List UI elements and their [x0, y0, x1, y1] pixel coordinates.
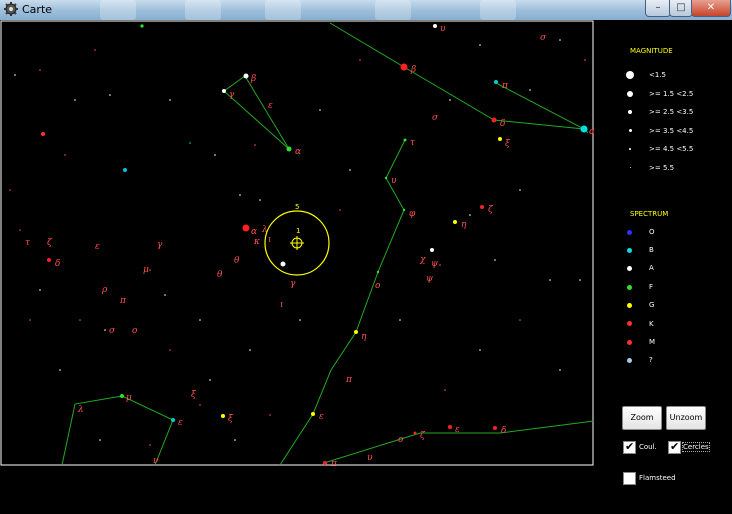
star-label: β [250, 74, 256, 84]
star-label: α [295, 147, 301, 157]
reticle-outer-label: 5 [295, 203, 299, 211]
magnitude-dot-2 [627, 91, 633, 97]
spectrum-label: A [649, 264, 654, 272]
spectrum-label: B [649, 246, 654, 254]
star-label: κ [253, 237, 260, 247]
magnitude-dot-1 [626, 71, 634, 79]
star-label: δ [500, 119, 505, 129]
star-map[interactable]: υ σ β π σ δ α ξ β γ ε α τ υ φ η ζ λ α κ … [0, 20, 594, 466]
star-label: ε [319, 412, 324, 422]
star-label: υ [391, 176, 397, 186]
spectrum-dot-b [627, 248, 632, 253]
star-label: μ [126, 393, 132, 403]
star-label: υ [367, 453, 373, 463]
star-label: ε [268, 101, 273, 111]
star-label: ε [95, 242, 100, 252]
window-title: Carte [22, 3, 53, 16]
star-label: γ [157, 240, 163, 250]
star-label: ν [153, 456, 159, 466]
spectrum-label: K [649, 320, 654, 328]
reticle-inner-label: 1 [296, 227, 300, 235]
star-label: ε [178, 418, 183, 428]
magnitude-label: >= 5.5 [649, 164, 675, 172]
magnitude-label: >= 1.5 <2.5 [649, 90, 694, 98]
magnitude-label: >= 3.5 <4.5 [649, 127, 694, 135]
zoom-button[interactable]: Zoom [622, 406, 662, 430]
star-label: γ [229, 90, 235, 100]
magnitude-dot-6 [630, 167, 631, 168]
star-label: ο [375, 281, 381, 291]
checkmark-icon: ✔ [625, 440, 635, 453]
minimize-button[interactable]: – [645, 0, 671, 17]
star-label: β [410, 65, 416, 75]
spectrum-dot-a [627, 266, 632, 271]
title-bar: Carte – □ ✕ [0, 0, 732, 20]
star-label: ι [280, 300, 284, 310]
magnitude-label: >= 4.5 <5.5 [649, 145, 694, 153]
spectrum-dot-m [627, 340, 632, 345]
star-label: σ [109, 326, 116, 336]
magnitude-dot-4 [629, 129, 632, 132]
star-label: η [361, 332, 367, 342]
magnitude-dot-5 [629, 148, 631, 150]
unzoom-button[interactable]: Unzoom [666, 406, 706, 430]
cercles-label: Cercles [682, 442, 710, 452]
coul-checkbox[interactable]: ✔ [623, 440, 636, 454]
star-label: α [251, 227, 257, 237]
maximize-button[interactable]: □ [669, 0, 693, 17]
spectrum-label: G [649, 301, 655, 309]
gear-icon [4, 2, 18, 16]
star-label: π [330, 459, 338, 466]
spectrum-title: SPECTRUM [630, 210, 669, 218]
cercles-checkbox[interactable]: ✔ [668, 440, 681, 454]
spectrum-label: F [649, 283, 654, 291]
spectrum-dot-k [627, 321, 632, 326]
star-label: δ [55, 259, 60, 269]
star-label: ι [268, 235, 272, 245]
star-label: σ [432, 113, 439, 123]
magnitude-label: >= 2.5 <3.5 [649, 108, 694, 116]
star-label: ρ [101, 285, 108, 295]
star-label: θ [217, 270, 223, 280]
star-label: α [589, 127, 594, 137]
star-label: σ [540, 33, 547, 43]
star-label: π [345, 375, 353, 385]
checkmark-icon: ✔ [670, 440, 680, 453]
spectrum-label: M [649, 338, 656, 346]
star-label: μ [143, 265, 149, 275]
spectrum-dot-unknown [627, 358, 632, 363]
magnitude-label: <1.5 [649, 71, 666, 79]
star-label: ε [455, 425, 460, 435]
star-label: ο [398, 435, 404, 445]
star-label: φ [409, 209, 416, 219]
star-label: ψ [431, 259, 439, 269]
magnitude-title: MAGNITUDE [630, 47, 673, 55]
star-label: χ [419, 255, 426, 265]
star-label: ψ [426, 274, 434, 284]
magnitude-dot-3 [628, 110, 632, 114]
star-label: δ [501, 426, 506, 436]
spectrum-label: O [649, 228, 655, 236]
spectrum-dot-o [627, 230, 632, 235]
flamsteed-label: Flamsteed [639, 474, 676, 482]
star-label: λ [77, 405, 84, 415]
coul-label: Coul. [639, 443, 657, 451]
spectrum-label: ? [649, 356, 653, 364]
star-label: υ [440, 24, 446, 34]
spectrum-dot-g [627, 303, 632, 308]
star-label: π [119, 296, 127, 306]
flamsteed-checkbox[interactable] [623, 472, 636, 485]
star-label: ο [132, 326, 138, 336]
star-label: η [461, 220, 467, 230]
star-label: π [501, 81, 509, 91]
star-label: θ [234, 256, 240, 266]
close-button[interactable]: ✕ [691, 0, 731, 17]
spectrum-dot-f [627, 285, 632, 290]
star-label: γ [290, 279, 296, 289]
